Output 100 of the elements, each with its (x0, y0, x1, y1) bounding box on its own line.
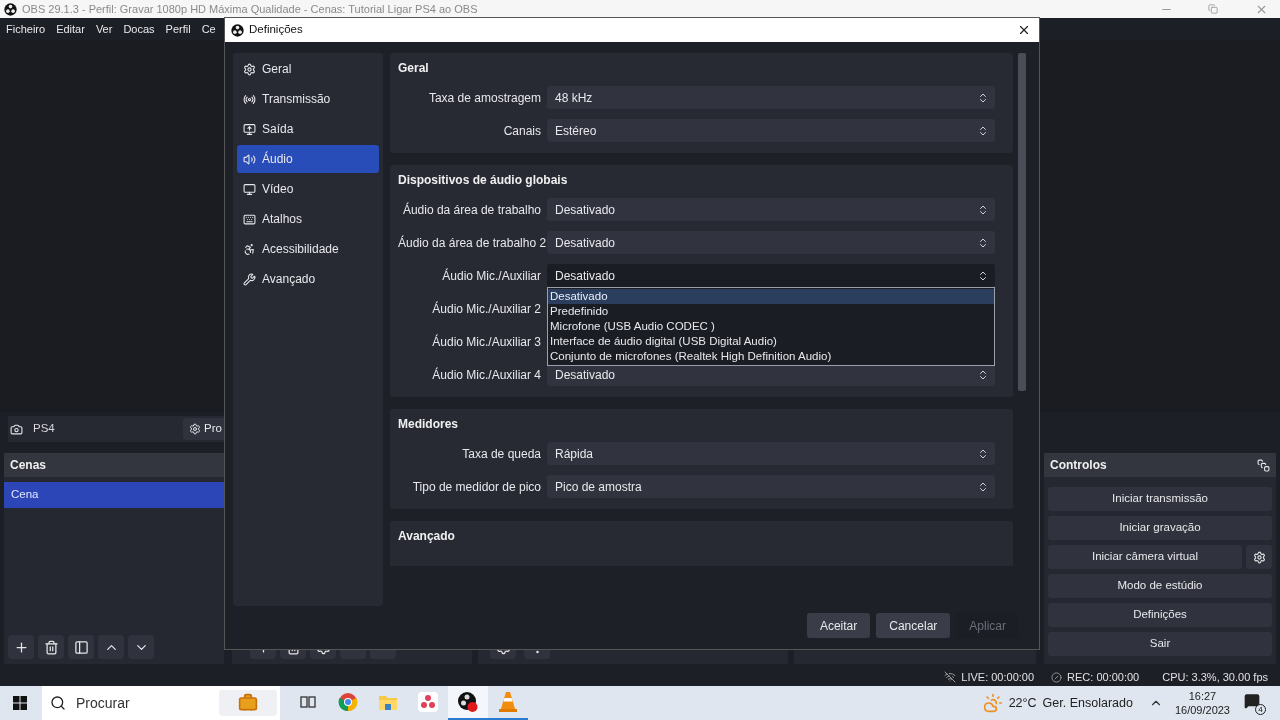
search-icon (50, 695, 66, 711)
field-label: Tipo de medidor de pico (411, 478, 542, 496)
select-field[interactable]: Desativado (547, 231, 995, 254)
dock-title: Cenas (10, 457, 48, 474)
chevrons-icon (977, 269, 989, 282)
camera-icon (10, 422, 23, 436)
dropdown-option[interactable]: Conjunto de microfones (Realtek High Definition Audio) (548, 349, 994, 364)
scrollbar-thumb[interactable] (1018, 53, 1026, 391)
settings-icon (243, 62, 256, 76)
panel-icon[interactable] (68, 635, 94, 659)
dialog-button[interactable]: Aceitar (806, 613, 871, 638)
sidebar-item[interactable]: Geral (237, 55, 379, 83)
settings-button[interactable] (1246, 545, 1272, 569)
monitor-icon (243, 182, 256, 196)
sidebar-item[interactable]: Saída (237, 115, 379, 143)
section-title: Medidores (398, 416, 459, 431)
field-label: Áudio da área de trabalho 2 (398, 234, 547, 252)
slashed-circle-icon (1051, 671, 1063, 683)
menu-item[interactable]: Ce (201, 20, 216, 38)
control-button[interactable]: Definições (1048, 603, 1272, 627)
control-button[interactable]: Sair (1048, 632, 1272, 656)
taskbar-app[interactable] (448, 686, 488, 720)
windows-start-icon[interactable] (13, 696, 27, 710)
dialog-button[interactable]: Cancelar (876, 613, 951, 638)
clock-date: 16/09/2023 (1174, 703, 1230, 717)
field-label: Canais (502, 122, 542, 140)
chevrons-icon (977, 368, 989, 381)
select-field[interactable]: Rápida (547, 442, 995, 465)
field-label: Áudio da área de trabalho (401, 201, 542, 219)
sidebar-item[interactable]: Acessibilidade (237, 235, 379, 263)
float-dock-icon[interactable] (1257, 458, 1270, 472)
no-signal-icon (944, 671, 957, 683)
task-view-icon (300, 694, 316, 710)
chevrons-icon (977, 236, 989, 249)
accessibility-icon (243, 242, 256, 256)
field-label: Taxa de amostragem (427, 89, 542, 107)
menu-item[interactable]: Editar (56, 20, 85, 38)
select-field[interactable]: Desativado (547, 264, 995, 287)
rec-time: REC: 00:00:00 (1067, 669, 1140, 685)
monitor-icon (243, 122, 256, 136)
select-field[interactable]: Estéreo (547, 119, 995, 142)
close-icon[interactable] (1017, 23, 1031, 37)
folder-icon (378, 693, 398, 711)
sidebar-item[interactable]: Áudio (237, 145, 379, 173)
select-field[interactable]: 48 kHz (547, 86, 995, 109)
sidebar-item[interactable]: Avançado (237, 265, 379, 293)
sidebar-item[interactable]: Atalhos (237, 205, 379, 233)
briefcase-icon (238, 693, 258, 713)
control-button[interactable]: Iniciar gravação (1048, 516, 1272, 540)
weather-text: Ger. Ensolarado (1042, 694, 1133, 712)
menu-item[interactable]: Ver (95, 20, 113, 38)
dropdown-option[interactable]: Predefinido (548, 304, 994, 319)
dots-app-icon (418, 692, 438, 712)
window-title: OBS 29.1.3 - Perfil: Gravar 1080p HD Máxima Qualidade - Cenas: Tutorial Ligar PS4 ao OBS (22, 1, 479, 17)
field-label: Áudio Mic./Auxiliar 2 (431, 300, 542, 318)
sidebar-item[interactable]: Transmissão (237, 85, 379, 113)
speaker-icon (243, 152, 256, 166)
select-field[interactable]: Desativado (547, 198, 995, 221)
select-field[interactable]: Pico de amostra (547, 475, 995, 498)
chevrons-icon (977, 91, 989, 104)
dropdown-option[interactable]: Interface de áudio digital (USB Digital Audio) (548, 334, 994, 349)
source-name: PS4 (33, 421, 56, 437)
chevrons-icon (977, 203, 989, 216)
down-icon[interactable] (128, 635, 154, 659)
chevrons-icon (977, 447, 989, 460)
search-field[interactable]: Procurar (42, 686, 280, 720)
weather-icon (982, 693, 1003, 713)
temperature: 22°C (1008, 694, 1037, 712)
dock-title: Controlos (1050, 457, 1108, 474)
add-icon[interactable] (8, 635, 34, 659)
browser-icon (338, 692, 358, 712)
menu-item[interactable]: Docas (123, 20, 155, 38)
live-time: LIVE: 00:00:00 (961, 669, 1035, 685)
recording-app-icon (457, 691, 479, 713)
scene-item[interactable]: Cena (4, 482, 224, 508)
control-button[interactable]: Iniciar transmissão (1048, 487, 1272, 511)
dropdown-option[interactable]: Desativado (548, 289, 994, 304)
properties-button[interactable]: Pro (183, 418, 224, 440)
field-label: Taxa de queda (461, 445, 542, 463)
dropdown-option[interactable]: Microfone (USB Audio CODEC ) (548, 319, 994, 334)
control-button[interactable]: Modo de estúdio (1048, 574, 1272, 598)
gear-icon (189, 423, 202, 435)
traffic-cone-icon (498, 691, 518, 713)
clock-time: 16:27 (1188, 689, 1217, 703)
app-logo-icon (231, 23, 244, 37)
wrench-icon (243, 272, 256, 286)
antenna-icon (243, 92, 256, 106)
control-button[interactable]: Iniciar câmera virtual (1048, 545, 1242, 569)
cpu-usage: CPU: 3.3%, 30.00 fps (1162, 669, 1268, 685)
section-title: Dispositivos de áudio globais (398, 172, 569, 187)
section-title: Avançado (398, 528, 456, 543)
sidebar-item[interactable]: Vídeo (237, 175, 379, 203)
up-icon[interactable] (98, 635, 124, 659)
chevrons-icon (977, 480, 989, 493)
keyboard-icon (243, 212, 256, 226)
menu-item[interactable]: Perfil (165, 20, 191, 38)
dialog-title: Definições (249, 22, 304, 38)
trash-icon[interactable] (38, 635, 64, 659)
menu-item[interactable]: Ficheiro (6, 20, 46, 38)
field-label: Áudio Mic./Auxiliar (441, 267, 542, 285)
